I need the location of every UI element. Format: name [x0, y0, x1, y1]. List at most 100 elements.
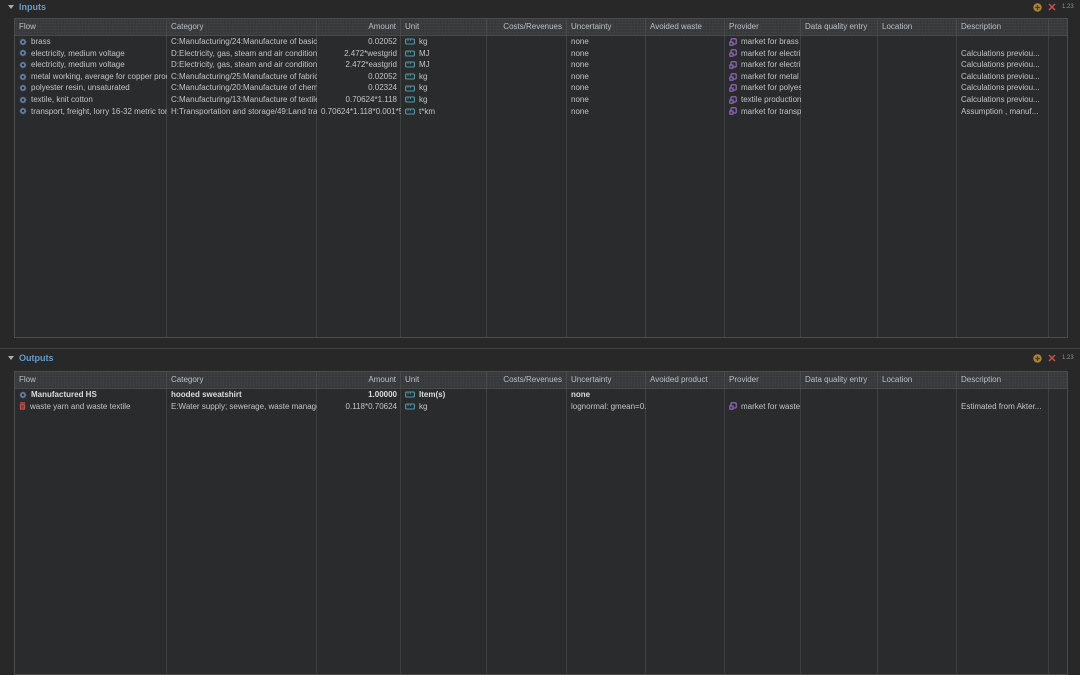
amount-cell: 2.472*westgrid — [317, 48, 401, 60]
number-format-toggle[interactable]: 1.23 — [1062, 353, 1074, 363]
unit-cell: MJ — [419, 59, 430, 71]
avoided-cell — [646, 106, 725, 118]
amount-cell: 0.02052 — [317, 71, 401, 83]
product-flow-icon — [19, 38, 27, 46]
dq-cell — [801, 106, 878, 118]
costs-cell — [487, 94, 567, 106]
col-category[interactable]: Category — [167, 19, 317, 35]
col-amount[interactable]: Amount — [317, 372, 401, 388]
avoided-cell — [646, 48, 725, 60]
flow-name: electricity, medium voltage — [31, 59, 125, 71]
col-data-quality[interactable]: Data quality entry — [801, 19, 878, 35]
col-data-quality[interactable]: Data quality entry — [801, 372, 878, 388]
col-spacer — [1049, 372, 1069, 388]
costs-cell — [487, 401, 567, 413]
process-icon — [729, 107, 737, 115]
unit-cell: MJ — [419, 48, 430, 60]
dq-cell — [801, 59, 878, 71]
table-row[interactable]: textile, knit cotton C:Manufacturing/13:… — [15, 94, 1067, 106]
table-row[interactable]: waste yarn and waste textile E:Water sup… — [15, 401, 1067, 413]
amount-cell: 0.02052 — [317, 36, 401, 48]
product-flow-icon — [19, 391, 27, 399]
avoided-cell — [646, 71, 725, 83]
table-row[interactable]: metal working, average for copper produc… — [15, 71, 1067, 83]
col-flow[interactable]: Flow — [15, 372, 167, 388]
delete-flow-button[interactable] — [1048, 3, 1056, 11]
flow-name: brass — [31, 36, 51, 48]
dq-cell — [801, 94, 878, 106]
table-row[interactable]: electricity, medium voltage D:Electricit… — [15, 48, 1067, 60]
location-cell — [878, 106, 957, 118]
inputs-section-header[interactable]: Inputs — [8, 2, 46, 12]
description-cell — [957, 389, 1049, 401]
dq-cell — [801, 71, 878, 83]
waste-flow-icon — [19, 402, 26, 410]
table-row[interactable]: brass C:Manufacturing/24:Manufacture of … — [15, 36, 1067, 48]
col-provider[interactable]: Provider — [725, 372, 801, 388]
col-unit[interactable]: Unit — [401, 19, 487, 35]
outputs-toolbar: 1.23 — [1033, 353, 1074, 363]
table-row[interactable]: transport, freight, lorry 16-32 metric t… — [15, 106, 1067, 118]
description-cell: Calculations previou... — [957, 48, 1049, 60]
unit-icon — [405, 73, 415, 80]
col-uncertainty[interactable]: Uncertainty — [567, 372, 646, 388]
process-icon — [729, 84, 737, 92]
unit-icon — [405, 85, 415, 92]
col-amount[interactable]: Amount — [317, 19, 401, 35]
col-avoided-waste[interactable]: Avoided waste — [646, 19, 725, 35]
avoided-cell — [646, 389, 725, 401]
unit-icon — [405, 61, 415, 68]
category-cell: C:Manufacturing/20:Manufacture of chemic… — [167, 82, 317, 94]
col-location[interactable]: Location — [878, 19, 957, 35]
amount-cell: 0.02324 — [317, 82, 401, 94]
process-icon — [729, 49, 737, 57]
category-cell: C:Manufacturing/24:Manufacture of basic … — [167, 36, 317, 48]
flow-name: Manufactured HS — [31, 389, 97, 401]
table-row-reference-product[interactable]: Manufactured HS hooded sweatshirt 1.0000… — [15, 389, 1067, 401]
col-flow[interactable]: Flow — [15, 19, 167, 35]
table-row[interactable]: polyester resin, unsaturated C:Manufactu… — [15, 82, 1067, 94]
category-cell: hooded sweatshirt — [167, 389, 317, 401]
col-description[interactable]: Description — [957, 19, 1049, 35]
inputs-table-header: Flow Category Amount Unit Costs/Revenues… — [15, 19, 1067, 36]
process-icon — [729, 38, 737, 46]
col-costs[interactable]: Costs/Revenues — [487, 372, 567, 388]
col-location[interactable]: Location — [878, 372, 957, 388]
provider-cell: market for electri... — [741, 48, 801, 60]
provider-cell: market for waste ... — [741, 401, 801, 413]
avoided-cell — [646, 94, 725, 106]
provider-cell — [725, 389, 801, 401]
col-provider[interactable]: Provider — [725, 19, 801, 35]
process-icon — [729, 402, 737, 410]
unit-icon — [405, 403, 415, 410]
col-avoided-product[interactable]: Avoided product — [646, 372, 725, 388]
amount-cell: 2.472*eastgrid — [317, 59, 401, 71]
col-uncertainty[interactable]: Uncertainty — [567, 19, 646, 35]
add-flow-button[interactable] — [1033, 3, 1042, 12]
avoided-cell — [646, 82, 725, 94]
add-flow-button[interactable] — [1033, 354, 1042, 363]
unit-icon — [405, 50, 415, 57]
col-description[interactable]: Description — [957, 372, 1049, 388]
location-cell — [878, 48, 957, 60]
outputs-table-body: Manufactured HS hooded sweatshirt 1.0000… — [15, 389, 1067, 674]
delete-flow-button[interactable] — [1048, 354, 1056, 362]
provider-cell: market for brass | ... — [741, 36, 801, 48]
provider-cell: market for polyes... — [741, 82, 801, 94]
process-icon — [729, 96, 737, 104]
description-cell — [957, 36, 1049, 48]
costs-cell — [487, 71, 567, 83]
dq-cell — [801, 401, 878, 413]
table-row[interactable]: electricity, medium voltage D:Electricit… — [15, 59, 1067, 71]
col-unit[interactable]: Unit — [401, 372, 487, 388]
outputs-section-header[interactable]: Outputs — [8, 353, 54, 363]
unit-cell: Item(s) — [419, 389, 445, 401]
unit-icon — [405, 96, 415, 103]
unit-cell: t*km — [419, 106, 435, 118]
number-format-toggle[interactable]: 1.23 — [1062, 2, 1074, 12]
outputs-table: Flow Category Amount Unit Costs/Revenues… — [14, 371, 1068, 675]
col-costs[interactable]: Costs/Revenues — [487, 19, 567, 35]
col-category[interactable]: Category — [167, 372, 317, 388]
avoided-cell — [646, 36, 725, 48]
amount-cell: 0.70624*1.118*0.001*50 — [317, 106, 401, 118]
